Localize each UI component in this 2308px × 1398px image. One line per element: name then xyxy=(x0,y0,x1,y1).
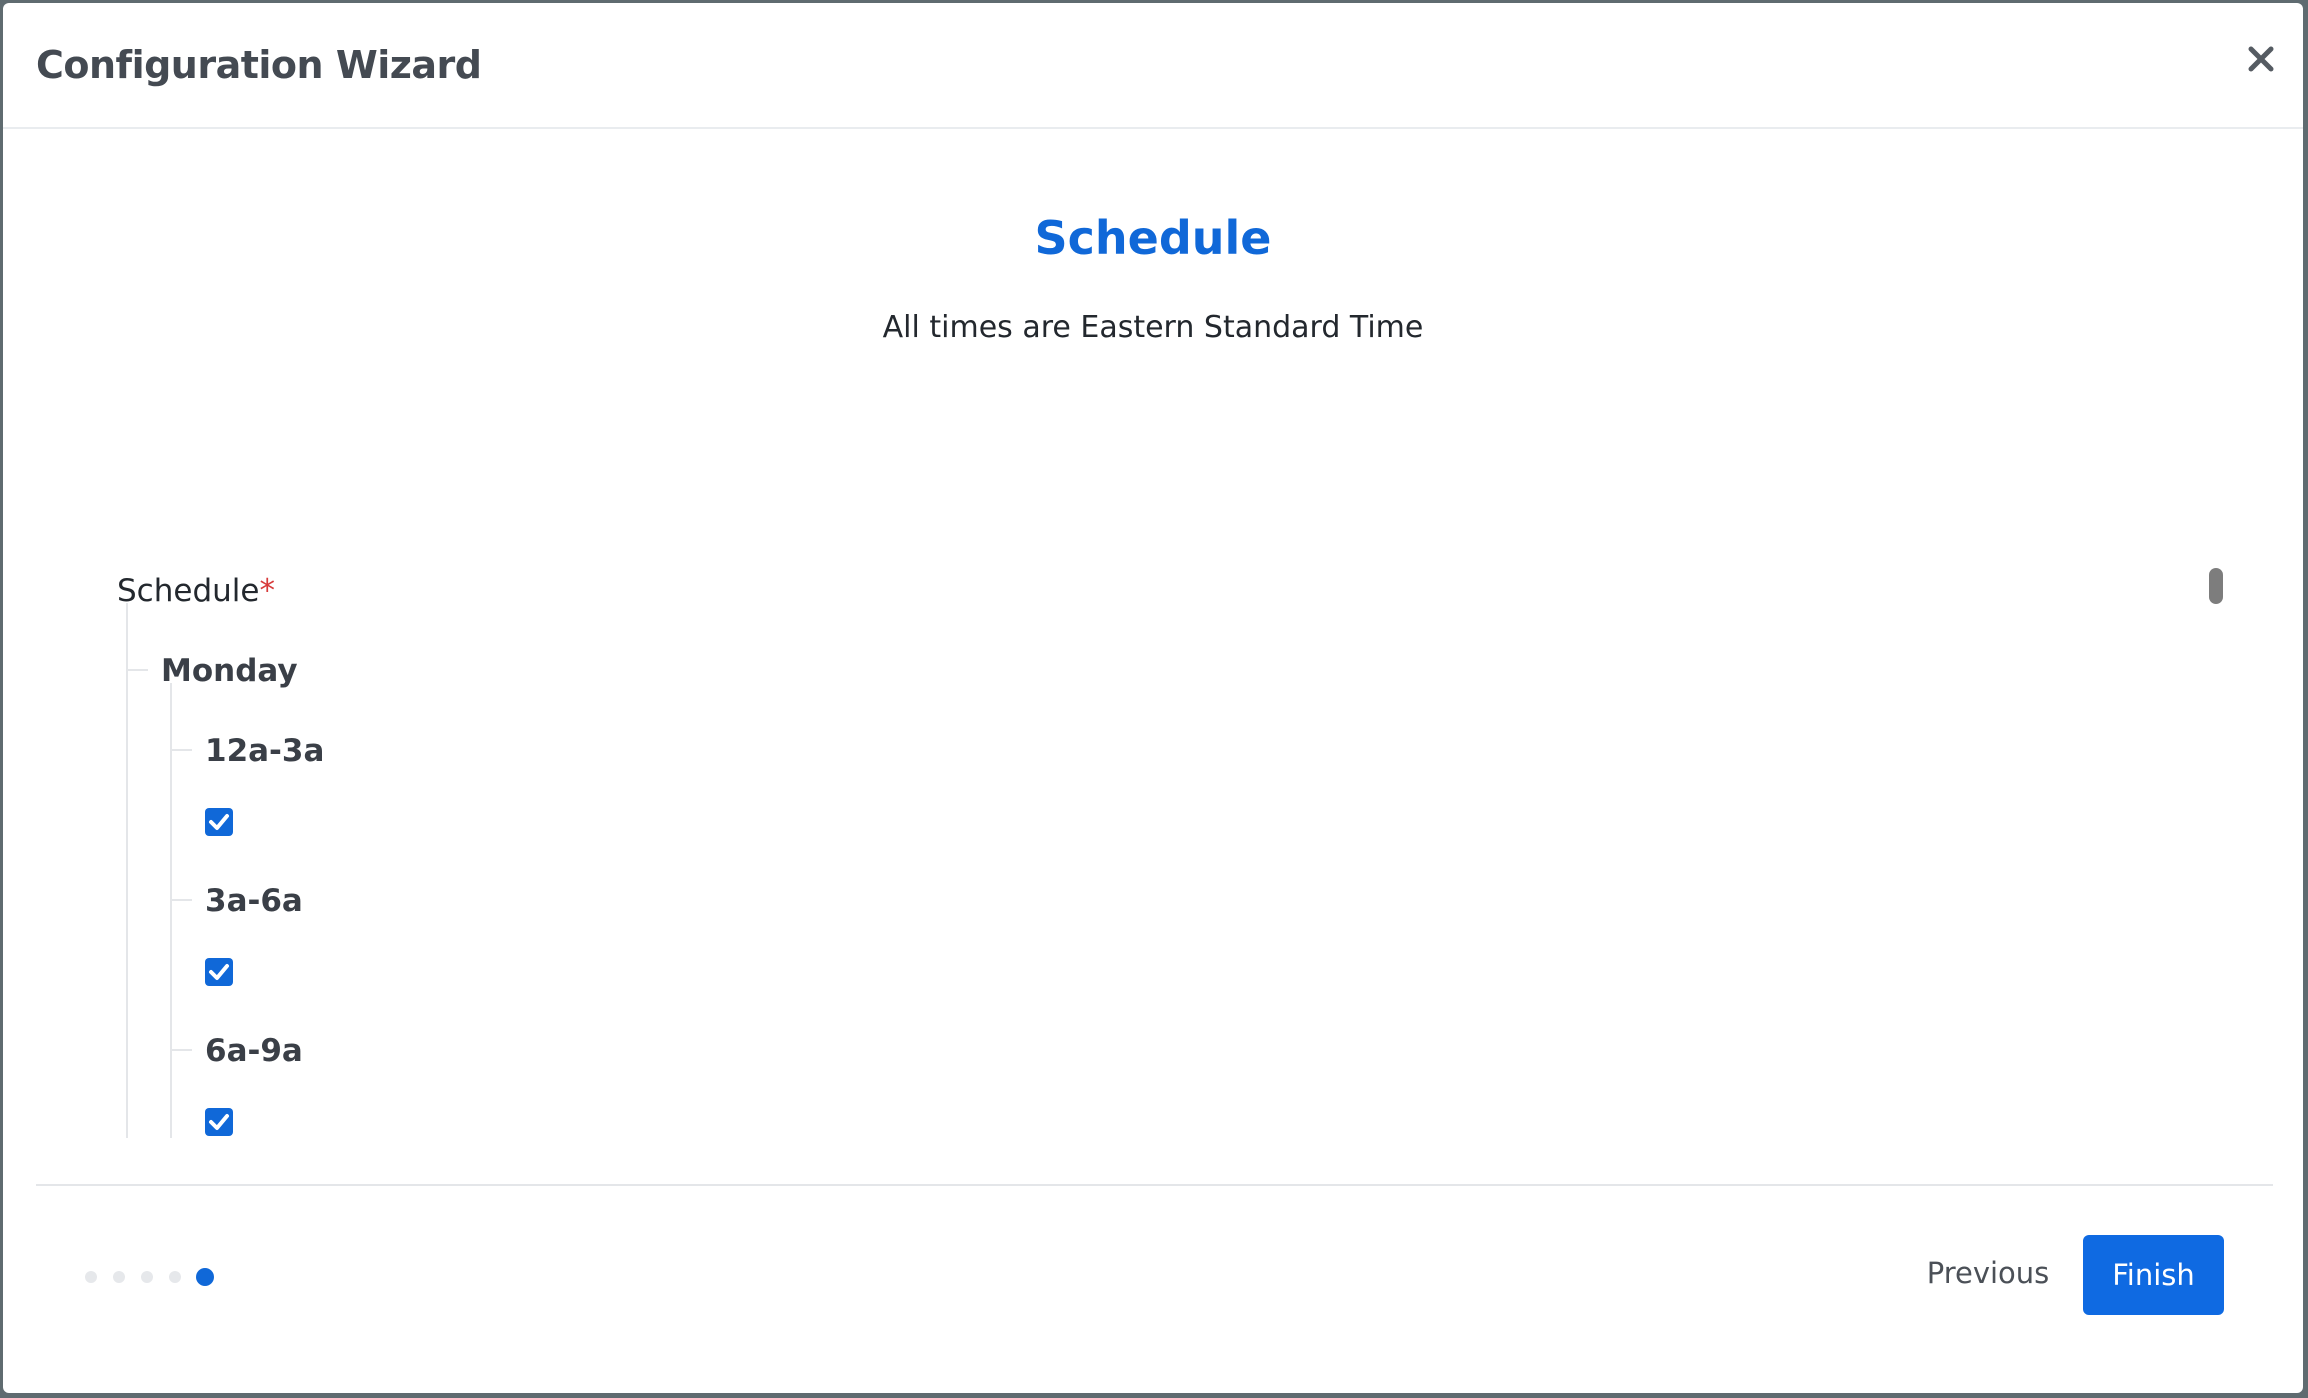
schedule-scroll-area[interactable]: Schedule* Monday 12a-3a 3a-6a 6a-9a xyxy=(36,558,2271,1138)
day-label-monday: Monday xyxy=(161,653,298,689)
modal-title: Configuration Wizard xyxy=(36,43,482,87)
close-icon xyxy=(2248,46,2274,72)
scrollbar-thumb[interactable] xyxy=(2209,568,2223,604)
tree-branch-slot xyxy=(172,899,192,901)
close-button[interactable] xyxy=(2241,39,2281,79)
step-dot-active xyxy=(196,1268,214,1286)
slot-checkbox[interactable] xyxy=(205,1108,233,1136)
schedule-label-text: Schedule xyxy=(117,573,260,609)
configuration-wizard-modal: Configuration Wizard Schedule All times … xyxy=(3,3,2303,1393)
step-dot xyxy=(141,1271,153,1283)
step-dot xyxy=(169,1271,181,1283)
modal-header: Configuration Wizard xyxy=(3,3,2303,129)
tree-branch-slot xyxy=(172,1049,192,1051)
step-subtitle: All times are Eastern Standard Time xyxy=(882,310,1424,345)
tree-branch-day xyxy=(128,669,148,671)
step-dot xyxy=(85,1271,97,1283)
slot-checkbox[interactable] xyxy=(205,808,233,836)
step-dot xyxy=(113,1271,125,1283)
finish-button[interactable]: Finish xyxy=(2083,1235,2224,1315)
tree-line-root xyxy=(126,603,128,1138)
slot-checkbox[interactable] xyxy=(205,958,233,986)
checkmark-icon xyxy=(209,1114,229,1130)
schedule-field-label: Schedule* xyxy=(117,573,275,609)
checkmark-icon xyxy=(209,964,229,980)
step-title: Schedule xyxy=(1034,211,1272,265)
required-indicator: * xyxy=(259,573,275,609)
footer-divider xyxy=(36,1184,2273,1186)
slot-label: 6a-9a xyxy=(205,1033,303,1069)
slot-label: 3a-6a xyxy=(205,883,303,919)
slot-label: 12a-3a xyxy=(205,733,325,769)
previous-button[interactable]: Previous xyxy=(1908,1233,2068,1313)
checkmark-icon xyxy=(209,814,229,830)
tree-branch-slot xyxy=(172,749,192,751)
tree-line-day xyxy=(170,683,172,1138)
